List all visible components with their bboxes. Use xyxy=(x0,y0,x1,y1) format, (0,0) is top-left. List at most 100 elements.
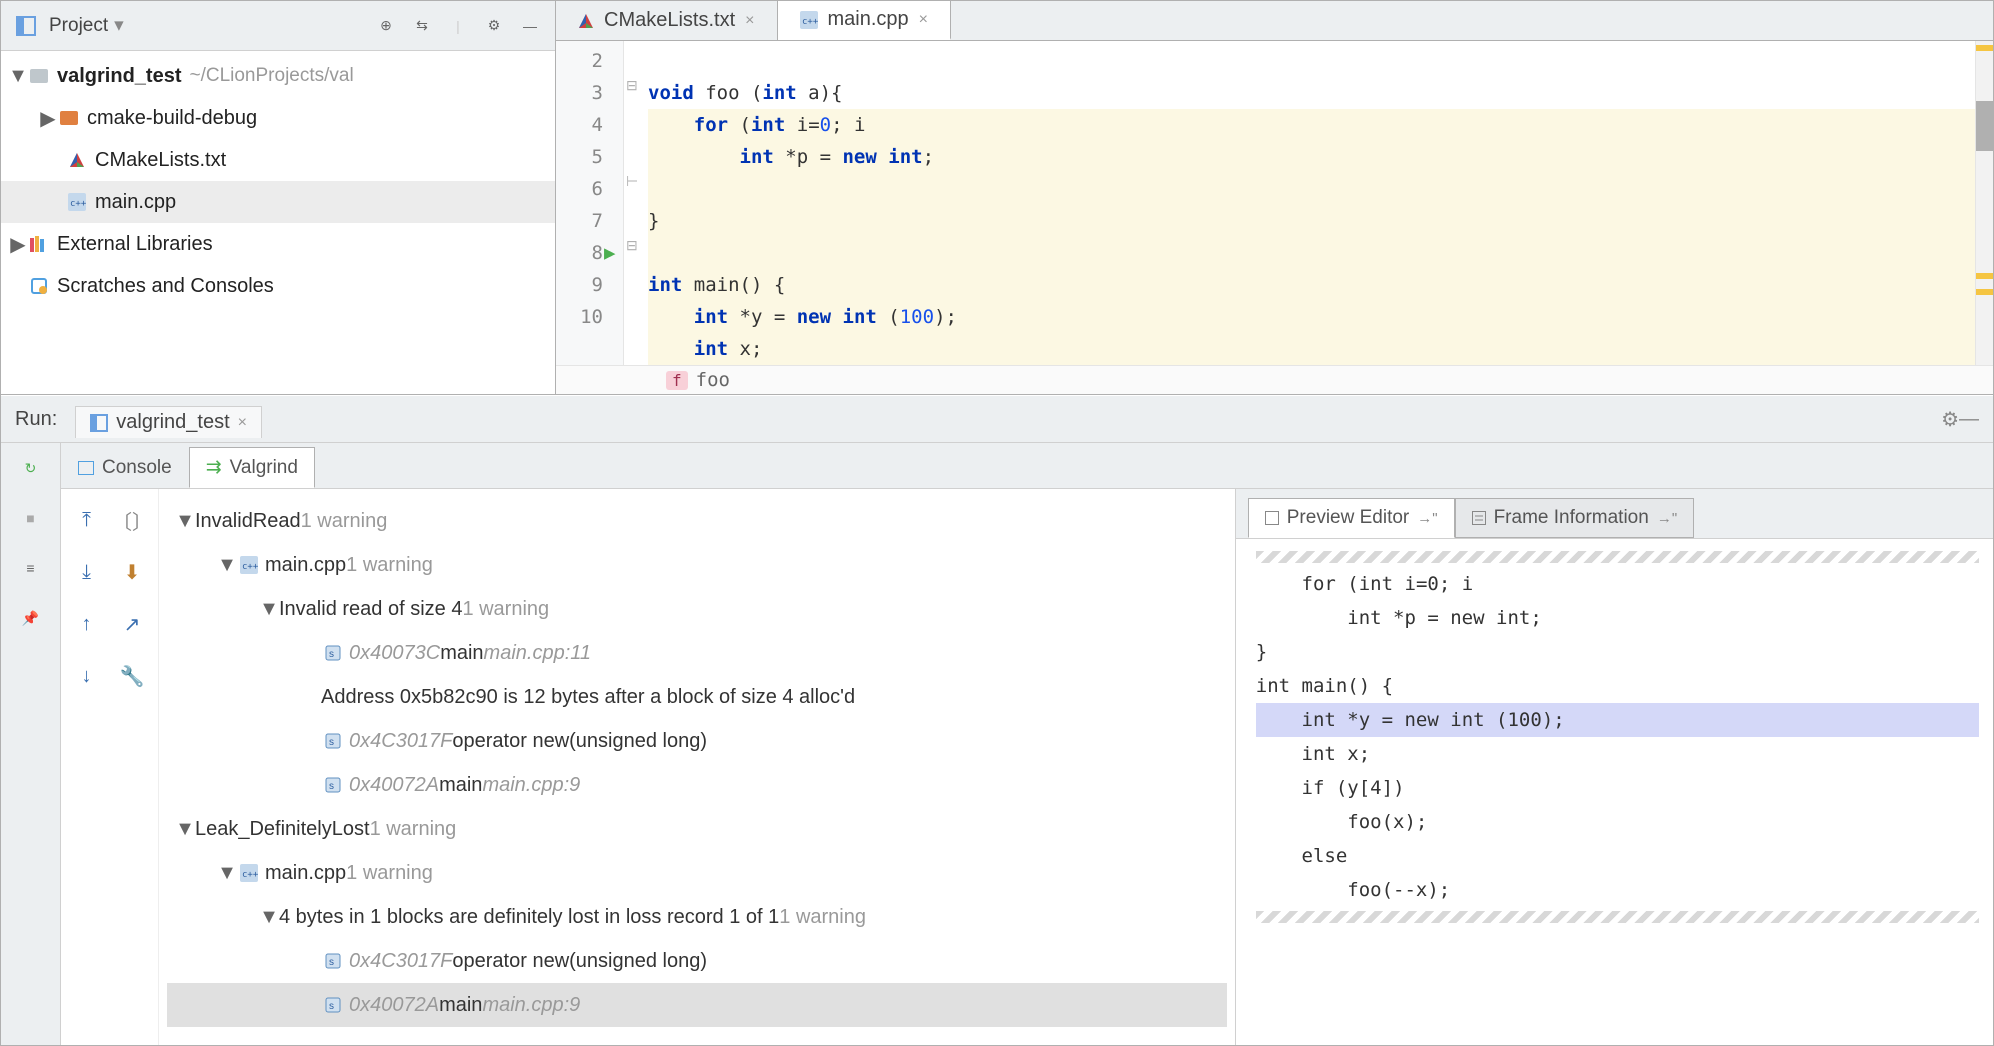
libraries-icon xyxy=(27,236,51,252)
project-tool-window: Project ▾ ⊕ ⇆ | ⚙ — ▼ valgrind_test ~/CL… xyxy=(1,1,556,394)
valgrind-tree[interactable]: ▼InvalidRead 1 warning▼c++main.cpp 1 war… xyxy=(159,489,1235,1045)
dropdown-icon: ▾ xyxy=(114,14,124,37)
collapse-icon[interactable]: ⇆ xyxy=(409,13,435,39)
function-badge-icon: f xyxy=(666,371,688,390)
tab-preview-editor[interactable]: Preview Editor →" xyxy=(1248,498,1455,538)
tree-item-cpp[interactable]: c++ main.cpp xyxy=(1,181,555,223)
svg-text:c++: c++ xyxy=(802,17,818,27)
breadcrumb-label[interactable]: foo xyxy=(696,369,730,391)
pin-arrow-icon: →" xyxy=(1417,510,1437,527)
valgrind-row[interactable]: s0x40073C main main.cpp:11 xyxy=(167,631,1227,675)
editor-gutter[interactable]: 2345678▶910 xyxy=(556,41,624,365)
layout-icon[interactable]: ≡ xyxy=(16,553,46,583)
autoscroll-source-icon[interactable]: 〔〕 xyxy=(112,497,152,543)
editor-tab-cmake[interactable]: CMakeLists.txt × xyxy=(556,1,778,40)
valgrind-row[interactable]: ▼Leak_DefinitelyLost 1 warning xyxy=(167,807,1227,851)
hide-icon[interactable]: — xyxy=(1959,408,1979,431)
frame-info-icon xyxy=(1472,511,1486,525)
run-config-icon xyxy=(90,414,108,432)
run-config-tab[interactable]: valgrind_test × xyxy=(75,406,262,438)
valgrind-row[interactable]: ▼InvalidRead 1 warning xyxy=(167,499,1227,543)
valgrind-toolbar: ⤒ 〔〕 ⤓ ⬇ ↑ ↗ ↓ 🔧 xyxy=(61,489,159,1045)
run-inner-tabs: Console ⇉ Valgrind xyxy=(61,443,1993,489)
svg-text:c++: c++ xyxy=(242,562,258,572)
valgrind-results: ⤒ 〔〕 ⤓ ⬇ ↑ ↗ ↓ 🔧 ▼InvalidRead 1 warning▼… xyxy=(61,489,1236,1045)
chevron-down-icon[interactable]: ▼ xyxy=(9,65,27,88)
cpp-file-icon: c++ xyxy=(800,11,818,29)
fold-strip[interactable]: ⊟ ⊢ ⊟ xyxy=(624,41,648,365)
valgrind-row[interactable]: ▼c++main.cpp 1 warning xyxy=(167,543,1227,587)
close-icon[interactable]: × xyxy=(919,11,928,29)
warning-marker[interactable] xyxy=(1976,45,1993,51)
preview-tabs: Preview Editor →" Frame Information →" xyxy=(1236,489,1993,539)
svg-text:s: s xyxy=(329,1001,334,1012)
valgrind-preview: Preview Editor →" Frame Information →" f… xyxy=(1236,489,1993,1045)
valgrind-row[interactable]: ▼Invalid read of size 4 1 warning xyxy=(167,587,1227,631)
warning-marker[interactable] xyxy=(1976,289,1993,295)
project-tree[interactable]: ▼ valgrind_test ~/CLionProjects/val ▶ cm… xyxy=(1,51,555,394)
prev-icon[interactable]: ↑ xyxy=(67,601,106,647)
error-stripe[interactable] xyxy=(1975,41,1993,365)
svg-text:s: s xyxy=(329,781,334,792)
divider-icon: | xyxy=(445,13,471,39)
close-icon[interactable]: × xyxy=(745,12,754,30)
gear-icon[interactable]: ⚙ xyxy=(481,13,507,39)
valgrind-row[interactable]: s0x4C3017F operator new(unsigned long) xyxy=(167,939,1227,983)
export-icon[interactable]: ⬇ xyxy=(112,549,152,595)
tree-root[interactable]: ▼ valgrind_test ~/CLionProjects/val xyxy=(1,55,555,97)
target-icon[interactable]: ⊕ xyxy=(373,13,399,39)
valgrind-row[interactable]: Address 0x5b82c90 is 12 bytes after a bl… xyxy=(167,675,1227,719)
run-tool-header: Run: valgrind_test × ⚙ — xyxy=(1,395,1993,443)
chevron-right-icon[interactable]: ▶ xyxy=(9,232,27,257)
expand-all-icon[interactable]: ⤒ xyxy=(67,497,106,543)
editor-breadcrumb[interactable]: f foo xyxy=(556,365,1993,394)
rerun-icon[interactable]: ↻ xyxy=(16,453,46,483)
warning-marker[interactable] xyxy=(1976,273,1993,279)
valgrind-row[interactable]: s0x40072A main main.cpp:9 xyxy=(167,763,1227,807)
folder-icon xyxy=(27,69,51,83)
gear-icon[interactable]: ⚙ xyxy=(1941,407,1959,432)
tab-valgrind[interactable]: ⇉ Valgrind xyxy=(189,447,315,488)
run-tool-body: ↻ ■ ≡ 📌 Console ⇉ Valgrind ⤒ xyxy=(1,443,1993,1045)
code-area[interactable]: void foo (int a){ for (int i=0; i int *p… xyxy=(648,41,1975,365)
svg-text:s: s xyxy=(329,649,334,660)
tree-item-cmake[interactable]: CMakeLists.txt xyxy=(1,139,555,181)
project-header: Project ▾ ⊕ ⇆ | ⚙ — xyxy=(1,1,555,51)
editor-tabs: CMakeLists.txt × c++ main.cpp × xyxy=(556,1,1993,41)
valgrind-row[interactable]: ▼4 bytes in 1 blocks are definitely lost… xyxy=(167,895,1227,939)
pin-icon[interactable]: 📌 xyxy=(16,603,46,633)
tree-item-external-libs[interactable]: ▶ External Libraries xyxy=(1,223,555,265)
settings-icon[interactable]: 🔧 xyxy=(112,653,152,699)
fold-start-icon[interactable]: ⊟ xyxy=(626,237,638,254)
fold-end-icon[interactable]: ⊢ xyxy=(626,173,638,190)
stop-icon[interactable]: ■ xyxy=(16,503,46,533)
scratches-icon xyxy=(27,277,51,295)
console-icon xyxy=(78,461,94,475)
project-view-icon xyxy=(13,13,39,39)
editor-tab-main[interactable]: c++ main.cpp × xyxy=(778,1,952,40)
hide-icon[interactable]: — xyxy=(517,13,543,39)
tree-item-folder[interactable]: ▶ cmake-build-debug xyxy=(1,97,555,139)
open-external-icon[interactable]: ↗ xyxy=(112,601,152,647)
valgrind-icon: ⇉ xyxy=(206,456,222,479)
preview-code[interactable]: for (int i=0; i int *p = new int;}int ma… xyxy=(1236,539,1993,1045)
fold-zigzag-icon xyxy=(1256,911,1979,923)
fold-start-icon[interactable]: ⊟ xyxy=(626,77,638,94)
svg-text:s: s xyxy=(329,737,334,748)
valgrind-row[interactable]: ▼c++main.cpp 1 warning xyxy=(167,851,1227,895)
tab-frame-info[interactable]: Frame Information →" xyxy=(1455,498,1695,538)
project-title[interactable]: Project ▾ xyxy=(49,14,124,37)
chevron-right-icon[interactable]: ▶ xyxy=(39,106,57,131)
next-icon[interactable]: ↓ xyxy=(67,653,106,699)
scroll-marker xyxy=(1976,101,1993,151)
cmake-icon xyxy=(578,13,594,29)
close-icon[interactable]: × xyxy=(238,414,247,432)
cmake-icon xyxy=(65,152,89,168)
run-left-rail: ↻ ■ ≡ 📌 xyxy=(1,443,61,1045)
collapse-all-icon[interactable]: ⤓ xyxy=(67,549,106,595)
tree-item-scratches[interactable]: Scratches and Consoles xyxy=(1,265,555,307)
valgrind-row[interactable]: s0x4C3017F operator new(unsigned long) xyxy=(167,719,1227,763)
valgrind-row[interactable]: s0x40072A main main.cpp:9 xyxy=(167,983,1227,1027)
tab-console[interactable]: Console xyxy=(61,448,189,488)
editor-body[interactable]: 2345678▶910 ⊟ ⊢ ⊟ void foo (int a){ for … xyxy=(556,41,1993,365)
